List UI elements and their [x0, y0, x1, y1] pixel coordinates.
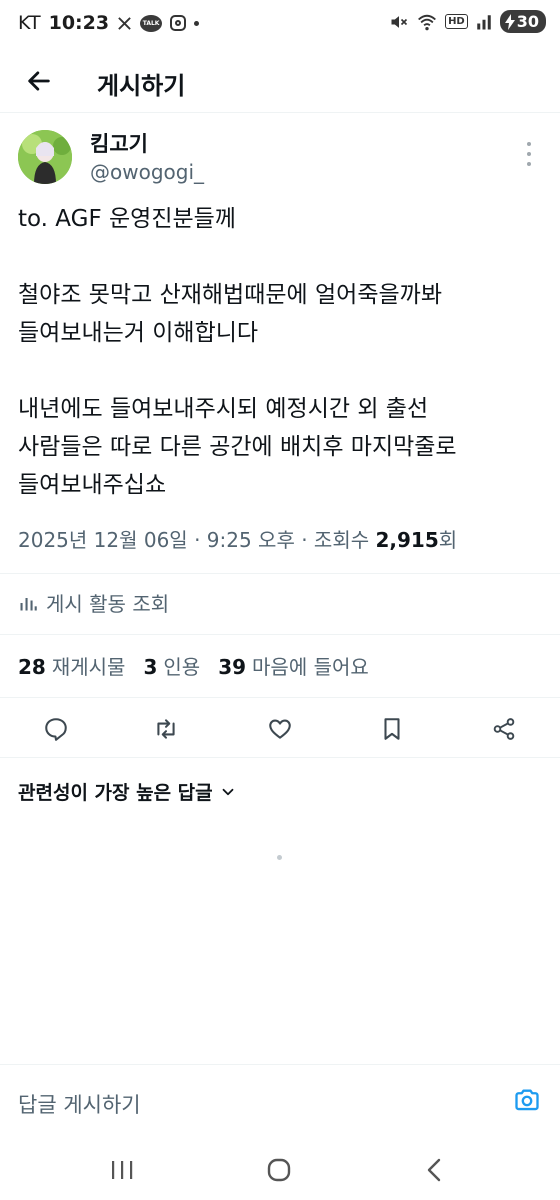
app-header: 게시하기 [0, 50, 560, 112]
likes-stat[interactable]: 39 마음에 들어요 [218, 651, 369, 680]
camera-button[interactable] [512, 1085, 542, 1115]
carrier-label: KT [18, 12, 41, 34]
more-vertical-icon-dot [527, 152, 531, 156]
actions-divider [0, 757, 560, 758]
arrow-left-icon [28, 71, 50, 91]
reposts-label: 재게시물 [51, 655, 126, 679]
loading-indicator [277, 855, 282, 860]
instagram-icon [170, 15, 187, 31]
x-icon [118, 16, 131, 30]
recent-apps-icon [112, 1161, 133, 1179]
back-icon [427, 1158, 441, 1182]
chevron-down-icon [222, 788, 234, 795]
tweet-text: to. AGF 운영진분들께 철야조 못막고 산재해법때문에 얼어죽을까봐 들여… [18, 206, 457, 498]
dot-icon [194, 20, 200, 26]
reply-input[interactable]: 답글 게시하기 [18, 1089, 141, 1119]
more-vertical-icon-dot [527, 162, 531, 166]
reply-composer: 답글 게시하기 [0, 1064, 560, 1140]
avatar[interactable] [18, 130, 72, 184]
engagement-stats: 28 재게시물 3 인용 39 마음에 들어요 [18, 651, 387, 680]
reply-button[interactable] [38, 711, 74, 747]
repost-icon [157, 719, 175, 739]
post-activity-link[interactable]: 게시 활동 조회 [18, 588, 169, 617]
reply-sort-dropdown[interactable]: 관련성이 가장 높은 답글 [18, 778, 237, 805]
share-icon [493, 718, 515, 740]
signal-icon [476, 14, 491, 29]
reposts-stat[interactable]: 28 재게시물 [18, 651, 125, 680]
likes-label: 마음에 들어요 [252, 655, 369, 679]
system-nav-bar [0, 1140, 560, 1200]
meta-divider [0, 573, 560, 574]
view-count-suffix: 회 [438, 528, 458, 552]
reply-sort-label: 관련성이 가장 높은 답글 [18, 782, 213, 804]
post-activity-label: 게시 활동 조회 [46, 592, 170, 616]
battery-indicator: 30 [499, 10, 546, 33]
home-icon [267, 1158, 291, 1182]
bar-chart-icon [20, 597, 37, 610]
status-right: HD 30 [389, 10, 546, 33]
tweet-meta: 2025년 12월 06일 · 9:25 오후 · 조회수 2,915회 [18, 524, 457, 553]
status-left: KT 10:23 TALK [18, 12, 200, 34]
status-bar: KT 10:23 TALK HD 30 [0, 0, 560, 50]
like-icon [269, 719, 291, 739]
activity-divider [0, 634, 560, 635]
nav-back-button[interactable] [414, 1154, 454, 1186]
more-options-button[interactable] [518, 142, 540, 166]
header-divider [0, 112, 560, 113]
quotes-count: 3 [143, 655, 158, 679]
view-count: 2,915 [375, 528, 439, 552]
recent-apps-button[interactable] [102, 1154, 142, 1186]
back-button[interactable] [20, 62, 58, 100]
avatar-image [18, 130, 72, 184]
bookmark-button[interactable] [374, 711, 410, 747]
action-bar [0, 706, 560, 752]
hd-badge: HD [445, 14, 468, 29]
time-label: 10:23 [48, 12, 110, 34]
share-button[interactable] [486, 711, 522, 747]
quotes-stat[interactable]: 3 인용 [143, 651, 200, 680]
kakaotalk-icon: TALK [140, 14, 163, 32]
reply-icon [45, 718, 67, 741]
repost-button[interactable] [148, 711, 184, 747]
bookmark-icon [384, 718, 400, 740]
camera-icon [515, 1089, 539, 1111]
stats-divider [0, 697, 560, 698]
mute-icon [391, 15, 408, 28]
tweet-timestamp: 2025년 12월 06일 · 9:25 오후 · 조회수 [18, 528, 376, 552]
quotes-label: 인용 [163, 655, 201, 679]
author-handle[interactable]: @owogogi_ [90, 160, 204, 184]
battery-charging-icon [504, 13, 515, 30]
author-name[interactable]: 킴고기 [90, 128, 148, 158]
likes-count: 39 [218, 655, 247, 679]
more-vertical-icon [527, 142, 531, 146]
reposts-count: 28 [18, 655, 46, 679]
home-button[interactable] [259, 1154, 299, 1186]
wifi-icon [418, 14, 437, 30]
page-title: 게시하기 [97, 72, 186, 100]
like-button[interactable] [262, 711, 298, 747]
battery-level: 30 [516, 12, 539, 31]
